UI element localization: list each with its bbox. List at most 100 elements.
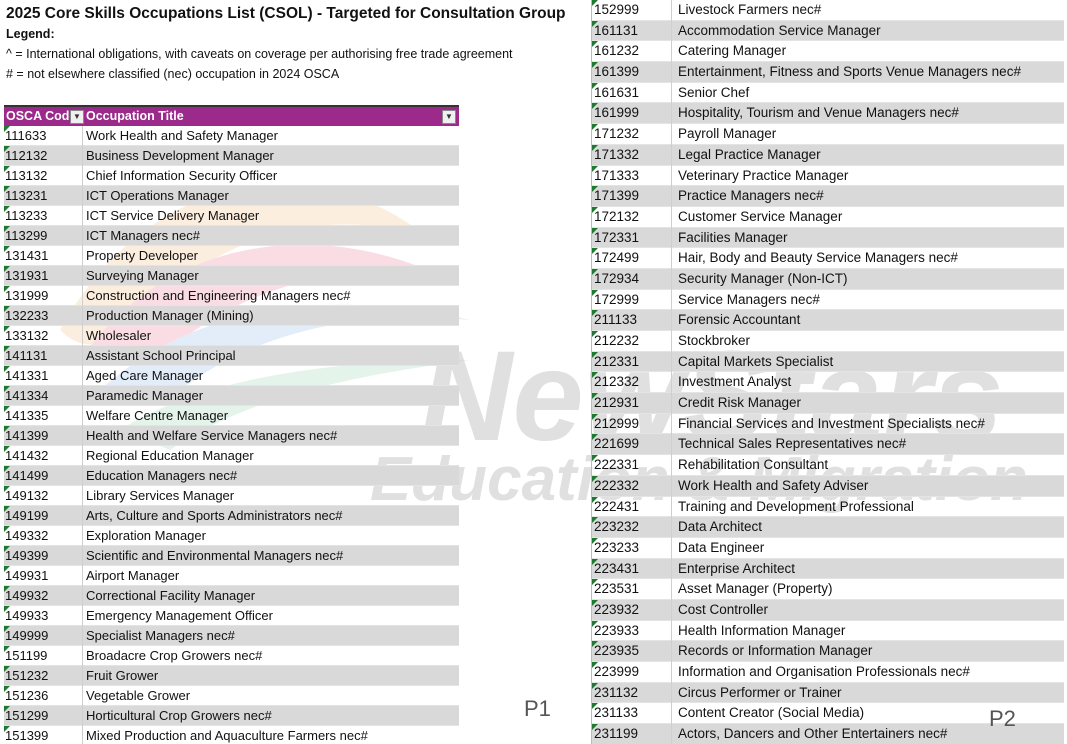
osca-code-cell[interactable]: 212232 — [594, 331, 672, 352]
osca-code-cell[interactable]: 113299 — [5, 226, 83, 246]
osca-code-cell[interactable]: 152999 — [594, 0, 672, 21]
osca-code-cell[interactable]: 131999 — [5, 286, 83, 306]
table-row[interactable]: 222331 Rehabilitation Consultant — [592, 455, 1064, 476]
osca-code-cell[interactable]: 149199 — [5, 506, 83, 526]
table-row[interactable]: 141331 Aged Care Manager — [4, 366, 459, 386]
osca-code-cell[interactable]: 231199 — [594, 724, 672, 744]
osca-code-cell[interactable]: 149931 — [5, 566, 83, 586]
occupation-title-cell[interactable]: Wholesaler — [86, 326, 151, 346]
table-row[interactable]: 161999 Hospitality, Tourism and Venue Man… — [592, 103, 1064, 125]
table-row[interactable]: 141399 Health and Welfare Service Manager… — [4, 426, 459, 446]
table-row[interactable]: 112132 Business Development Manager — [4, 146, 459, 166]
occupation-title-cell[interactable]: Data Engineer — [678, 538, 764, 559]
osca-code-cell[interactable]: 223531 — [594, 579, 672, 600]
occupation-title-cell[interactable]: Credit Risk Manager — [678, 393, 801, 414]
occupation-title-cell[interactable]: Actors, Dancers and Other Entertainers n… — [678, 724, 947, 744]
occupation-title-cell[interactable]: Legal Practice Manager — [678, 145, 821, 166]
table-row[interactable]: 141335 Welfare Centre Manager — [4, 406, 459, 426]
table-row[interactable]: 131431 Property Developer — [4, 246, 459, 266]
table-row[interactable]: 152999 Livestock Farmers nec# — [592, 0, 1064, 21]
table-row[interactable]: 171332 Legal Practice Manager — [592, 144, 1064, 166]
osca-code-cell[interactable]: 172132 — [594, 206, 672, 228]
occupation-title-cell[interactable]: Regional Education Manager — [86, 446, 254, 466]
osca-code-cell[interactable]: 151399 — [5, 726, 83, 744]
osca-code-cell[interactable]: 141499 — [5, 466, 83, 486]
occupation-title-cell[interactable]: Work Health and Safety Manager — [86, 126, 278, 146]
osca-code-cell[interactable]: 172331 — [594, 227, 672, 249]
table-row[interactable]: 223999 Information and Organisation Profe… — [592, 662, 1064, 683]
table-row[interactable]: 111633 Work Health and Safety Manager — [4, 126, 459, 146]
table-row[interactable]: 212332 Investment Analyst — [592, 372, 1064, 394]
osca-code-cell[interactable]: 161131 — [594, 20, 672, 42]
osca-code-cell[interactable]: 141335 — [5, 406, 83, 426]
osca-code-cell[interactable]: 171333 — [594, 165, 672, 187]
occupation-title-cell[interactable]: Veterinary Practice Manager — [678, 166, 848, 187]
osca-code-cell[interactable]: 151236 — [5, 686, 83, 706]
table-row[interactable]: 172499 Hair, Body and Beauty Service Mana… — [592, 248, 1064, 269]
osca-code-cell[interactable]: 149933 — [5, 606, 83, 626]
osca-code-cell[interactable]: 141432 — [5, 446, 83, 466]
occupation-title-cell[interactable]: Aged Care Manager — [86, 366, 203, 386]
occupation-title-cell[interactable]: Livestock Farmers nec# — [678, 0, 821, 21]
osca-code-cell[interactable]: 132233 — [5, 306, 83, 326]
occupation-title-cell[interactable]: Horticultural Crop Growers nec# — [86, 706, 272, 726]
occupation-title-cell[interactable]: Fruit Grower — [86, 666, 158, 686]
occupation-title-cell[interactable]: Stockbroker — [678, 331, 750, 352]
osca-code-cell[interactable]: 222332 — [594, 475, 672, 497]
osca-code-cell[interactable]: 161399 — [594, 62, 672, 83]
table-row[interactable]: 131931 Surveying Manager — [4, 266, 459, 286]
occupation-title-cell[interactable]: Customer Service Manager — [678, 207, 842, 228]
osca-code-cell[interactable]: 151199 — [5, 646, 83, 666]
occupation-title-cell[interactable]: Asset Manager (Property) — [678, 579, 833, 600]
osca-code-cell[interactable]: 141399 — [5, 426, 83, 446]
occupation-title-cell[interactable]: Library Services Manager — [86, 486, 234, 506]
occupation-title-cell[interactable]: Circus Performer or Trainer — [678, 683, 842, 704]
occupation-title-cell[interactable]: ICT Operations Manager — [86, 186, 229, 206]
table-row[interactable]: 223935 Records or Information Manager — [592, 641, 1064, 662]
osca-code-cell[interactable]: 212931 — [594, 393, 672, 414]
table-row[interactable]: 149399 Scientific and Environmental Manag… — [4, 546, 459, 566]
occupation-title-cell[interactable]: Assistant School Principal — [86, 346, 236, 366]
table-row[interactable]: 223531 Asset Manager (Property) — [592, 579, 1064, 600]
table-row[interactable]: 113299 ICT Managers nec# — [4, 226, 459, 246]
osca-code-cell[interactable]: 112132 — [5, 146, 83, 166]
occupation-title-cell[interactable]: Investment Analyst — [678, 372, 791, 393]
occupation-title-cell[interactable]: Cost Controller — [678, 600, 768, 621]
occupation-title-cell[interactable]: Mixed Production and Aquaculture Farmers… — [86, 726, 368, 744]
osca-code-cell[interactable]: 149332 — [5, 526, 83, 546]
osca-code-cell[interactable]: 223932 — [594, 599, 672, 621]
table-row[interactable]: 141131 Assistant School Principal — [4, 346, 459, 366]
osca-code-cell[interactable]: 231133 — [594, 703, 672, 725]
occupation-title-cell[interactable]: Correctional Facility Manager — [86, 586, 255, 606]
filter-dropdown-icon[interactable]: ▼ — [442, 110, 456, 124]
occupation-title-cell[interactable]: Production Manager (Mining) — [86, 306, 254, 326]
occupation-title-cell[interactable]: Entertainment, Fitness and Sports Venue … — [678, 62, 1021, 83]
osca-code-cell[interactable]: 212331 — [594, 351, 672, 373]
osca-code-cell[interactable]: 161232 — [594, 41, 672, 63]
occupation-title-cell[interactable]: Capital Markets Specialist — [678, 352, 833, 373]
table-row[interactable]: 133132 Wholesaler — [4, 326, 459, 346]
occupation-title-cell[interactable]: Accommodation Service Manager — [678, 21, 881, 42]
occupation-title-cell[interactable]: Hospitality, Tourism and Venue Managers … — [678, 103, 959, 124]
osca-code-cell[interactable]: 223999 — [594, 662, 672, 683]
table-row[interactable]: 161399 Entertainment, Fitness and Sports … — [592, 62, 1064, 83]
header-osca-code[interactable]: OSCA Code — [6, 109, 70, 123]
osca-code-cell[interactable]: 149999 — [5, 626, 83, 646]
table-row[interactable]: 172999 Service Managers nec# — [592, 289, 1064, 311]
table-row[interactable]: 113132 Chief Information Security Officer — [4, 166, 459, 186]
table-row[interactable]: 172331 Facilities Manager — [592, 227, 1064, 249]
occupation-title-cell[interactable]: Construction and Engineering Managers ne… — [86, 286, 351, 306]
osca-code-cell[interactable]: 172934 — [594, 268, 672, 290]
occupation-title-cell[interactable]: Content Creator (Social Media) — [678, 703, 864, 724]
occupation-title-cell[interactable]: Surveying Manager — [86, 266, 199, 286]
occupation-title-cell[interactable]: Specialist Managers nec# — [86, 626, 235, 646]
occupation-title-cell[interactable]: ICT Service Delivery Manager — [86, 206, 259, 226]
occupation-title-cell[interactable]: Rehabilitation Consultant — [678, 455, 828, 476]
occupation-title-cell[interactable]: Broadacre Crop Growers nec# — [86, 646, 262, 666]
occupation-title-cell[interactable]: Records or Information Manager — [678, 641, 872, 662]
occupation-title-cell[interactable]: Financial Services and Investment Specia… — [678, 414, 985, 435]
table-row[interactable]: 222332 Work Health and Safety Adviser — [592, 475, 1064, 497]
table-row[interactable]: 172132 Customer Service Manager — [592, 206, 1064, 228]
table-row[interactable]: 149332 Exploration Manager — [4, 526, 459, 546]
table-row[interactable]: 171399 Practice Managers nec# — [592, 186, 1064, 207]
